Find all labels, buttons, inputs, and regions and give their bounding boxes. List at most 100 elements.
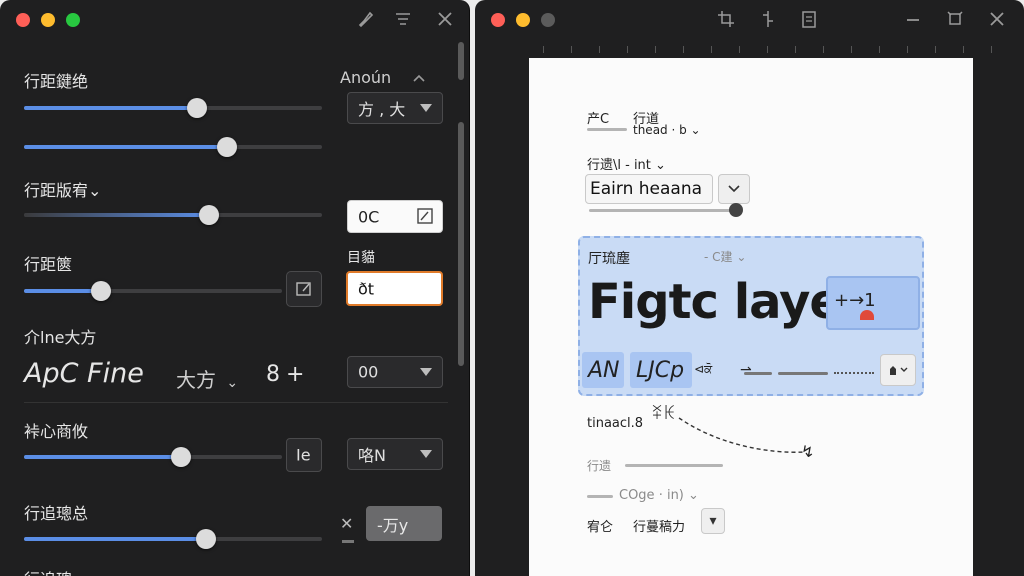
- scrollbar[interactable]: [456, 40, 466, 576]
- curved-arrow: [678, 417, 806, 453]
- slider-1[interactable]: [24, 98, 322, 118]
- section1-select[interactable]: 方 , 大: [347, 92, 443, 124]
- ruler-tick: [543, 46, 544, 53]
- edit-note-button[interactable]: [286, 271, 322, 307]
- section3-field-caption: 目貓: [347, 250, 375, 266]
- ruler-tick: [711, 46, 712, 53]
- slider-6[interactable]: [24, 529, 322, 549]
- ruler-tick: [991, 46, 992, 53]
- chevron-down-icon: [420, 450, 432, 458]
- section6-field[interactable]: -万y: [366, 506, 442, 541]
- slider-3-knob[interactable]: [199, 205, 219, 225]
- section3-field[interactable]: ðt: [346, 271, 443, 306]
- ruler-tick: [571, 46, 572, 53]
- selection-dotted-line: [834, 372, 874, 374]
- font-size-value[interactable]: 8: [266, 362, 280, 387]
- selection-box[interactable]: 厅琉塵 - C建 ⌄ Figtc laye +→1 AN LJCp ⊲ਕੋ ⇀: [578, 236, 924, 396]
- page-line: [587, 128, 627, 131]
- slider-6-fill: [24, 537, 206, 541]
- section5-small-value: Ie: [296, 445, 311, 465]
- style-button-b[interactable]: LJCp: [630, 352, 692, 388]
- align-icon[interactable]: [756, 9, 780, 33]
- ruler-tick: [851, 46, 852, 53]
- badge-box[interactable]: +→1: [826, 276, 920, 330]
- ruler-tick: [655, 46, 656, 53]
- style-button-a[interactable]: AN: [582, 352, 624, 388]
- alert-icon: [860, 310, 874, 320]
- zoom-window-button[interactable]: [66, 13, 80, 27]
- ruler-tick: [935, 46, 936, 53]
- selection-caption-b: - C建 ⌄: [704, 250, 747, 264]
- font-size-plus-button[interactable]: +: [286, 362, 304, 387]
- big-text[interactable]: Figtc laye: [588, 274, 842, 330]
- clear-button[interactable]: ✕: [340, 514, 353, 533]
- document-page[interactable]: 产C 行道 thead · b ⌄ 行遗\l - int ⌄ Eairn hea…: [529, 58, 973, 576]
- page-text-1a: 产C: [587, 112, 610, 127]
- inspector-window: 行距鍵绝 Anoún 方 , 大 行距版宥⌄ 0C 行距篋 目貓 ðt 介lne: [0, 0, 470, 576]
- slider-2[interactable]: [24, 137, 322, 157]
- document-icon[interactable]: [797, 9, 821, 33]
- edit-icon[interactable]: [416, 207, 434, 229]
- slider-3[interactable]: [24, 205, 322, 225]
- close-window-button[interactable]: [16, 13, 30, 27]
- ruler-tick: [879, 46, 880, 53]
- divider: [24, 402, 448, 403]
- section4-select-value: 00: [358, 362, 379, 382]
- expand-icon[interactable]: [943, 9, 967, 33]
- close-icon[interactable]: [433, 9, 457, 33]
- slider-4[interactable]: [24, 281, 282, 301]
- section3-label: 行距篋: [24, 255, 73, 274]
- section1-select-value: 方 , 大: [358, 100, 406, 119]
- slider-5[interactable]: [24, 447, 282, 467]
- page-text-row-c1: 宥仑: [587, 520, 614, 535]
- slider-3-fill: [24, 213, 209, 217]
- ruler-tick: [627, 46, 628, 53]
- section4-select[interactable]: 00: [347, 356, 443, 388]
- section5-select-value: 咯N: [358, 446, 386, 465]
- chevron-up-icon[interactable]: [407, 66, 431, 90]
- section6-label: 行追璁总: [24, 504, 89, 523]
- ruler-tick: [739, 46, 740, 53]
- scrollbar-thumb-top[interactable]: [458, 42, 464, 80]
- brush-icon[interactable]: [354, 9, 378, 33]
- font-dropdown-value: Eairn heaana: [590, 179, 703, 199]
- font-style-select[interactable]: 大方 ⌄: [176, 364, 238, 393]
- close-icon[interactable]: [985, 9, 1009, 33]
- page-text-1c: thead · b ⌄: [633, 123, 701, 137]
- section5-small-field[interactable]: Ie: [286, 438, 322, 472]
- font-name[interactable]: ApC Fine: [24, 358, 144, 389]
- ruler[interactable]: [475, 42, 1024, 56]
- page-text-row-c2: 行蔓稿力: [633, 520, 686, 535]
- page-text-after-b: tinaacl.8: [587, 416, 644, 431]
- page-text-after-a: ꋏꀘ: [651, 404, 676, 423]
- arrow-head-mark: ↯: [801, 442, 815, 461]
- section5-select[interactable]: 咯N: [347, 438, 443, 470]
- slider-1-knob[interactable]: [187, 98, 207, 118]
- font-dropdown-toggle[interactable]: [718, 174, 750, 204]
- slider-4-knob[interactable]: [91, 281, 111, 301]
- row-dropdown-button[interactable]: ▾: [701, 508, 725, 534]
- page-slider-line[interactable]: [589, 209, 739, 212]
- slider-2-knob[interactable]: [217, 137, 237, 157]
- page-text-2: 行遗\l - int ⌄: [587, 158, 666, 173]
- ruler-tick: [599, 46, 600, 53]
- ruler-tick: [795, 46, 796, 53]
- ruler-tick: [683, 46, 684, 53]
- scrollbar-thumb[interactable]: [458, 122, 464, 366]
- menu-lines-icon[interactable]: [391, 9, 415, 33]
- zoom-window-button[interactable]: [541, 13, 555, 27]
- section2-input[interactable]: 0C: [347, 200, 443, 233]
- minimize-window-button[interactable]: [516, 13, 530, 27]
- minimize-window-button[interactable]: [41, 13, 55, 27]
- crop-icon[interactable]: [714, 9, 738, 33]
- slider-6-knob[interactable]: [196, 529, 216, 549]
- ruler-tick: [963, 46, 964, 53]
- font-dropdown[interactable]: Eairn heaana: [585, 174, 713, 204]
- section2-label: 行距版宥⌄: [24, 181, 102, 200]
- close-window-button[interactable]: [491, 13, 505, 27]
- minimize-icon[interactable]: [901, 9, 925, 33]
- selection-menu-button[interactable]: [880, 354, 916, 386]
- page-text-row-a: 行遗: [587, 459, 612, 473]
- page-slider-knob[interactable]: [729, 203, 743, 217]
- slider-5-knob[interactable]: [171, 447, 191, 467]
